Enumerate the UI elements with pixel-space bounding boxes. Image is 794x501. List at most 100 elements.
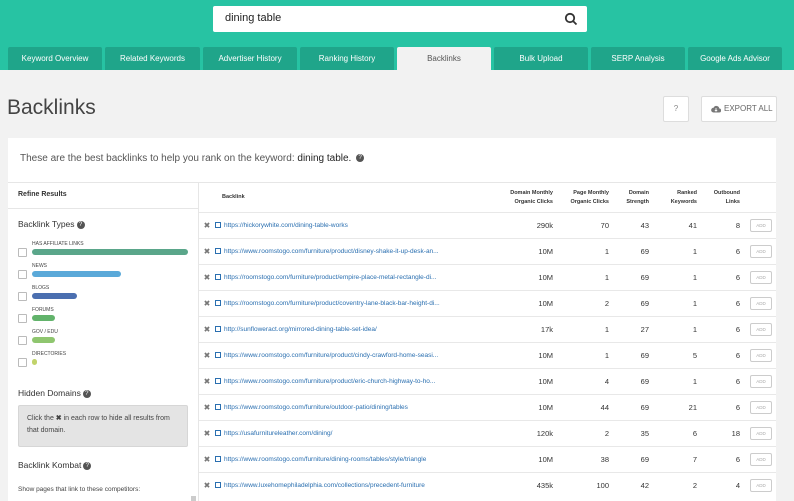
tab-google-ads-advisor[interactable]: Google Ads Advisor (688, 47, 782, 70)
intro-sentence: These are the best backlinks to help you… (20, 153, 295, 164)
backlink-url[interactable]: https://usafurnitureleather.com/dining/ (212, 420, 497, 447)
search-input[interactable]: dining table (225, 12, 281, 24)
tab-serp-analysis[interactable]: SERP Analysis (591, 47, 685, 70)
add-button[interactable]: ADD (750, 323, 772, 336)
add-button[interactable]: ADD (750, 219, 772, 232)
col-backlink[interactable]: Backlink (199, 183, 497, 213)
table-header-row: Backlink Domain Monthly Organic Clicks P… (199, 183, 776, 213)
backlink-url-text[interactable]: https://roomstogo.com/furniture/product/… (224, 274, 436, 281)
hide-domain-close-icon[interactable]: ✖ (199, 368, 212, 395)
add-button[interactable]: ADD (750, 297, 772, 310)
page-clicks: 1 (557, 264, 613, 291)
backlink-url-text[interactable]: https://www.roomstogo.com/furniture/outd… (224, 404, 408, 411)
page-clicks: 4 (557, 368, 613, 395)
tab-backlinks[interactable]: Backlinks (397, 47, 491, 70)
add-cell: ADD (744, 212, 776, 239)
col-outbound-links[interactable]: Outbound Links (701, 183, 744, 213)
tab-ranking-history[interactable]: Ranking History (300, 47, 394, 70)
add-cell: ADD (744, 238, 776, 265)
checkbox[interactable] (18, 358, 27, 367)
tab-advertiser-history[interactable]: Advertiser History (203, 47, 297, 70)
backlink-url[interactable]: https://www.roomstogo.com/furniture/prod… (212, 238, 497, 265)
checkbox[interactable] (18, 314, 27, 323)
checkbox[interactable] (18, 248, 27, 257)
add-button[interactable]: ADD (750, 401, 772, 414)
tab-related-keywords[interactable]: Related Keywords (105, 47, 200, 70)
backlink-url-text[interactable]: https://www.roomstogo.com/furniture/dini… (224, 456, 426, 463)
backlink-url-text[interactable]: https://www.roomstogo.com/furniture/prod… (224, 378, 435, 385)
domain-clicks: 10M (497, 342, 557, 369)
backlink-url[interactable]: https://www.roomstogo.com/furniture/dini… (212, 446, 497, 473)
backlink-url[interactable]: https://roomstogo.com/furniture/product/… (212, 264, 497, 291)
domain-clicks: 17k (497, 316, 557, 343)
hide-domain-close-icon[interactable]: ✖ (199, 238, 212, 265)
hide-domain-close-icon[interactable]: ✖ (199, 264, 212, 291)
external-link-icon (215, 378, 221, 385)
external-link-icon (215, 482, 221, 489)
hide-domain-close-icon[interactable]: ✖ (199, 446, 212, 473)
export-all-label: EXPORT ALL (724, 104, 773, 113)
backlink-url[interactable]: https://www.roomstogo.com/furniture/prod… (212, 368, 497, 395)
export-all-button[interactable]: EXPORT ALL (701, 96, 777, 122)
backlink-url[interactable]: https://www.luxehomephiladelphia.com/col… (212, 472, 497, 498)
tab-keyword-overview[interactable]: Keyword Overview (8, 47, 102, 70)
add-button[interactable]: ADD (750, 453, 772, 466)
tab-bar: Keyword Overview Related Keywords Advert… (8, 47, 794, 70)
checkbox[interactable] (18, 270, 27, 279)
domain-strength: 69 (613, 290, 653, 317)
add-button[interactable]: ADD (750, 427, 772, 440)
col-domain-strength[interactable]: Domain Strength (613, 183, 653, 213)
checkbox[interactable] (18, 292, 27, 301)
backlink-url-text[interactable]: https://www.roomstogo.com/furniture/prod… (224, 352, 438, 359)
backlink-url[interactable]: https://hickorywhite.com/dining-table-wo… (212, 212, 497, 239)
backlink-url-text[interactable]: https://usafurnitureleather.com/dining/ (224, 430, 332, 437)
backlink-url[interactable]: https://roomstogo.com/furniture/product/… (212, 290, 497, 317)
backlink-url[interactable]: https://www.roomstogo.com/furniture/outd… (212, 394, 497, 421)
backlink-url[interactable]: https://www.roomstogo.com/furniture/prod… (212, 342, 497, 369)
add-button[interactable]: ADD (750, 271, 772, 284)
hide-domain-close-icon[interactable]: ✖ (199, 472, 212, 498)
search-icon[interactable] (564, 12, 578, 26)
help-icon[interactable]: ? (83, 461, 92, 470)
table-row: ✖ https://hickorywhite.com/dining-table-w… (199, 212, 776, 239)
col-page-clicks[interactable]: Page Monthly Organic Clicks (557, 183, 613, 213)
domain-strength: 69 (613, 342, 653, 369)
filter-bar (32, 293, 77, 299)
outbound-links: 6 (701, 238, 744, 265)
table-row: ✖ https://roomstogo.com/furniture/product… (199, 290, 776, 317)
backlink-url-text[interactable]: https://roomstogo.com/furniture/product/… (224, 300, 440, 307)
search-box[interactable]: dining table (213, 6, 587, 32)
domain-strength: 69 (613, 394, 653, 421)
hide-domain-close-icon[interactable]: ✖ (199, 342, 212, 369)
help-icon[interactable]: ? (76, 220, 85, 229)
help-icon[interactable]: ? (356, 154, 365, 163)
hide-domain-close-icon[interactable]: ✖ (199, 212, 212, 239)
sidebar-scrollbar[interactable] (191, 496, 196, 501)
ranked-keywords: 1 (653, 238, 701, 265)
domain-clicks: 10M (497, 394, 557, 421)
help-button[interactable]: ? (663, 96, 689, 122)
filter-label: FORUMS (32, 307, 54, 313)
checkbox[interactable] (18, 336, 27, 345)
filter-label: NEWS (32, 263, 47, 269)
hide-domain-close-icon[interactable]: ✖ (199, 394, 212, 421)
backlink-url[interactable]: http://sunfloweract.org/mirrored-dining-… (212, 316, 497, 343)
backlink-url-text[interactable]: https://www.roomstogo.com/furniture/prod… (224, 248, 439, 255)
add-button[interactable]: ADD (750, 375, 772, 388)
backlink-url-text[interactable]: https://hickorywhite.com/dining-table-wo… (224, 222, 348, 229)
col-ranked-keywords[interactable]: Ranked Keywords (653, 183, 701, 213)
hide-domain-close-icon[interactable]: ✖ (199, 420, 212, 447)
backlink-url-text[interactable]: https://www.luxehomephiladelphia.com/col… (224, 482, 425, 489)
help-icon[interactable]: ? (82, 389, 91, 398)
hide-domain-close-icon[interactable]: ✖ (199, 316, 212, 343)
col-domain-clicks[interactable]: Domain Monthly Organic Clicks (497, 183, 557, 213)
add-button[interactable]: ADD (750, 479, 772, 492)
hidden-domains-heading: Hidden Domains? (18, 388, 91, 398)
tab-bulk-upload[interactable]: Bulk Upload (494, 47, 588, 70)
backlink-url-text[interactable]: http://sunfloweract.org/mirrored-dining-… (224, 326, 377, 333)
external-link-icon (215, 456, 221, 463)
add-button[interactable]: ADD (750, 349, 772, 362)
add-button[interactable]: ADD (750, 245, 772, 258)
external-link-icon (215, 222, 221, 229)
hide-domain-close-icon[interactable]: ✖ (199, 290, 212, 317)
